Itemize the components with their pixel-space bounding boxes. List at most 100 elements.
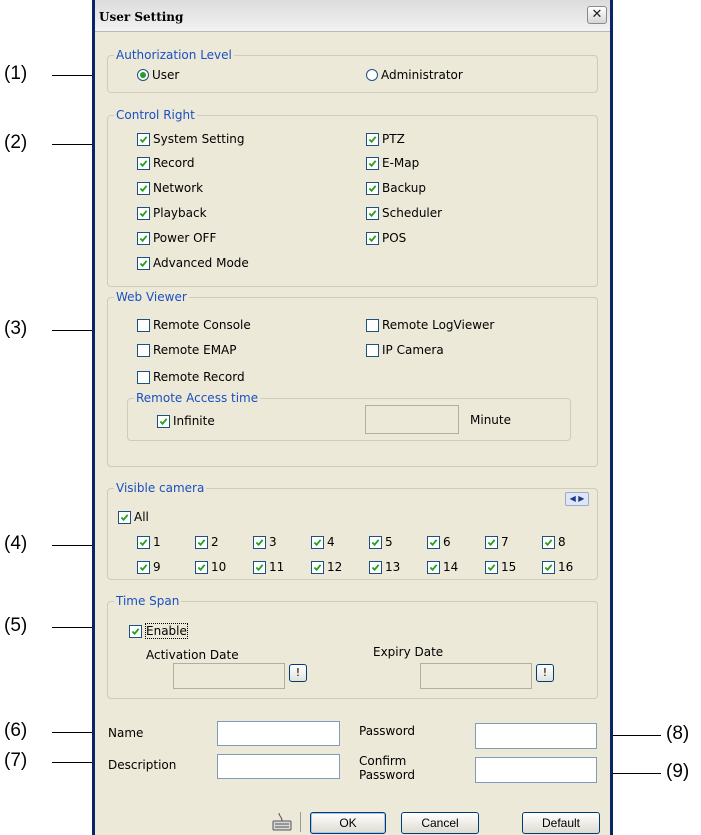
authorization-level-group: Authorization Level [107, 48, 598, 93]
checkbox-system-setting[interactable]: System Setting [137, 132, 245, 146]
radio-user[interactable]: User [137, 68, 179, 82]
check-icon [485, 560, 498, 574]
camera-number-label: 1 [153, 535, 161, 549]
check-icon [427, 535, 440, 549]
checkbox-label: IP Camera [382, 343, 444, 357]
checkbox-camera-2[interactable]: 2 [195, 535, 219, 549]
checkbox-remote-record[interactable]: Remote Record [137, 370, 245, 384]
checkbox-camera-5[interactable]: 5 [369, 535, 393, 549]
checkbox-camera-3[interactable]: 3 [253, 535, 277, 549]
checkbox-camera-4[interactable]: 4 [311, 535, 335, 549]
checkbox-camera-11[interactable]: 11 [253, 560, 284, 574]
check-icon [366, 181, 379, 195]
check-icon [137, 256, 150, 270]
checkbox-remote-emap[interactable]: Remote EMAP [137, 343, 237, 357]
confirm-password-input[interactable] [475, 757, 597, 783]
check-icon [366, 231, 379, 245]
checkbox-camera-7[interactable]: 7 [485, 535, 509, 549]
checkbox-label: Backup [382, 181, 426, 195]
checkbox-label: Remote EMAP [153, 343, 237, 357]
camera-number-label: 8 [558, 535, 566, 549]
checkbox-camera-13[interactable]: 13 [369, 560, 400, 574]
check-icon [137, 231, 150, 245]
checkbox-camera-14[interactable]: 14 [427, 560, 458, 574]
checkbox-label: Network [153, 181, 204, 195]
activation-date-input[interactable] [173, 663, 285, 689]
visible-camera-legend: Visible camera [114, 481, 207, 495]
check-icon [311, 535, 324, 549]
camera-number-label: 3 [269, 535, 277, 549]
checkbox-camera-6[interactable]: 6 [427, 535, 451, 549]
checkbox-label: Power OFF [153, 231, 217, 245]
check-icon [369, 560, 382, 574]
expiry-date-picker-button[interactable]: ! [536, 664, 554, 682]
checkbox-record[interactable]: Record [137, 156, 194, 170]
name-input[interactable] [217, 721, 340, 746]
check-icon [137, 535, 150, 549]
annotation-1: (1) [4, 63, 28, 84]
description-input[interactable] [217, 754, 340, 779]
checkbox-camera-15[interactable]: 15 [485, 560, 516, 574]
check-icon [118, 510, 131, 524]
checkbox-label: Playback [153, 206, 207, 220]
checkbox-scheduler[interactable]: Scheduler [366, 206, 442, 220]
checkbox-e-map[interactable]: E-Map [366, 156, 419, 170]
camera-number-label: 6 [443, 535, 451, 549]
checkbox-backup[interactable]: Backup [366, 181, 426, 195]
camera-number-label: 5 [385, 535, 393, 549]
checkbox-pos[interactable]: POS [366, 231, 406, 245]
annotation-8: (8) [666, 723, 690, 744]
annotation-2: (2) [4, 132, 28, 153]
checkbox-network[interactable]: Network [137, 181, 203, 195]
camera-number-label: 4 [327, 535, 335, 549]
check-icon [195, 560, 208, 574]
checkbox-camera-all[interactable]: All [118, 510, 149, 524]
cancel-button[interactable]: Cancel [401, 812, 479, 834]
checkbox-remote-console[interactable]: Remote Console [137, 318, 251, 332]
password-input[interactable] [475, 723, 597, 749]
close-icon[interactable]: ✕ [587, 6, 607, 24]
camera-number-label: 2 [211, 535, 219, 549]
ok-button[interactable]: OK [310, 812, 386, 834]
checkbox-label: All [134, 510, 149, 524]
checkbox-remote-logviewer[interactable]: Remote LogViewer [366, 318, 494, 332]
authorization-level-legend: Authorization Level [114, 48, 234, 62]
radio-user-label: User [152, 68, 180, 82]
check-icon [369, 535, 382, 549]
check-icon [129, 624, 142, 638]
checkbox-enable[interactable]: Enable [129, 623, 188, 639]
expiry-date-input[interactable] [420, 663, 532, 689]
camera-page-nav-icon[interactable]: ◀ ▶ [565, 492, 589, 506]
checkbox-camera-8[interactable]: 8 [542, 535, 566, 549]
check-icon [485, 535, 498, 549]
checkbox-advanced-mode[interactable]: Advanced Mode [137, 256, 249, 270]
camera-number-label: 11 [269, 560, 285, 574]
check-icon [137, 181, 150, 195]
camera-number-label: 16 [558, 560, 574, 574]
remote-access-minutes-input[interactable] [365, 405, 459, 434]
keyboard-icon[interactable] [269, 810, 295, 834]
activation-date-picker-button[interactable]: ! [289, 664, 307, 682]
checkbox-label: Remote Record [153, 370, 245, 384]
checkbox-infinite[interactable]: Infinite [157, 414, 215, 428]
annotation-6: (6) [4, 720, 28, 741]
checkbox-ip-camera[interactable]: IP Camera [366, 343, 444, 357]
checkbox-camera-10[interactable]: 10 [195, 560, 226, 574]
checkbox-camera-16[interactable]: 16 [542, 560, 573, 574]
check-icon [311, 560, 324, 574]
checkbox-camera-9[interactable]: 9 [137, 560, 161, 574]
checkbox-label: Infinite [173, 414, 215, 428]
checkbox-camera-12[interactable]: 12 [311, 560, 342, 574]
checkbox-ptz[interactable]: PTZ [366, 132, 405, 146]
checkbox-label: Advanced Mode [153, 256, 249, 270]
radio-administrator[interactable]: Administrator [366, 68, 463, 82]
checkbox-camera-1[interactable]: 1 [137, 535, 161, 549]
checkbox-playback[interactable]: Playback [137, 206, 207, 220]
default-button[interactable]: Default [522, 812, 600, 834]
checkbox-power-off[interactable]: Power OFF [137, 231, 216, 245]
camera-number-label: 13 [385, 560, 401, 574]
camera-number-label: 14 [443, 560, 459, 574]
annotation-7: (7) [4, 750, 28, 771]
check-icon [137, 156, 150, 170]
check-icon [366, 156, 379, 170]
